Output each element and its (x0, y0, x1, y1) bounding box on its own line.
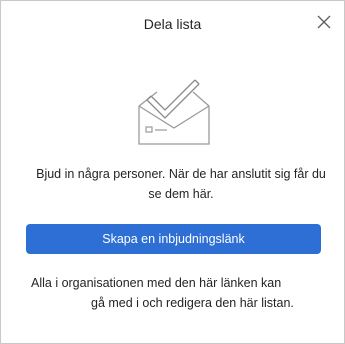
footnote-text: Alla i organisationen med den här länken… (31, 273, 321, 313)
close-icon[interactable] (315, 13, 333, 31)
envelope-check-icon (137, 78, 211, 148)
share-list-dialog: Dela lista Bjud in några personer. När d… (0, 0, 345, 344)
footnote-line-2: gå med i och redigera den här listan. (91, 296, 294, 310)
create-invite-link-button[interactable]: Skapa en inbjudningslänk (26, 224, 321, 254)
footnote-line-1: Alla i organisationen med den här länken… (31, 276, 282, 290)
description-text: Bjud in några personer. När de har anslu… (36, 167, 326, 201)
dialog-title: Dela lista (143, 16, 202, 32)
